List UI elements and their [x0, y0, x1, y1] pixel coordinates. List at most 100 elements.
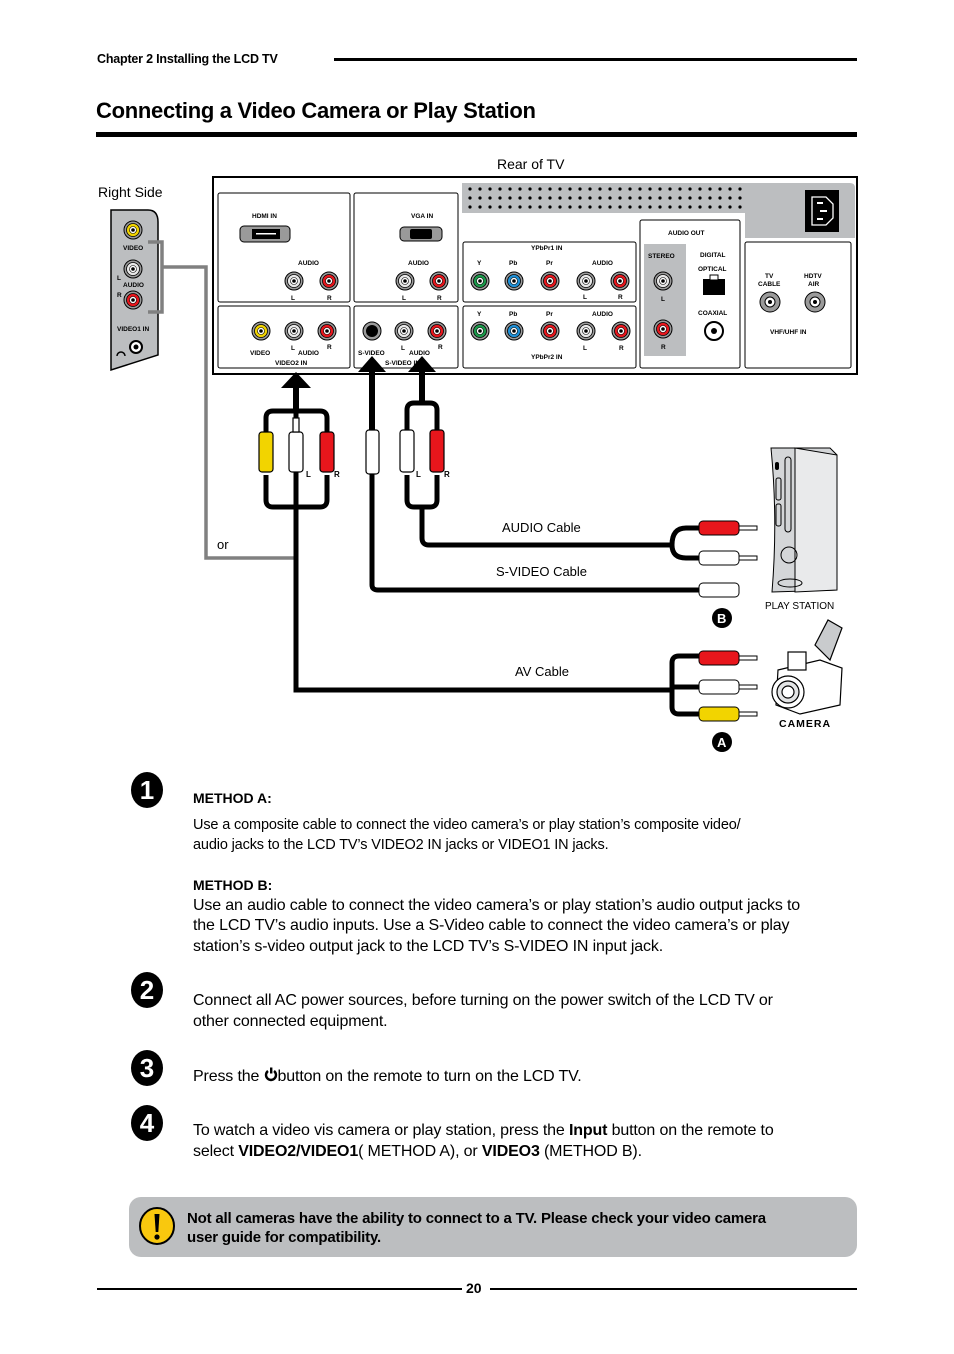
pb-label: Pb [509, 260, 517, 267]
side-audio-r-jack [123, 290, 143, 310]
video-label: VIDEO [250, 350, 270, 357]
step-3-text-b: button on the remote to turn on the LCD … [277, 1068, 582, 1085]
vhf-uhf-in-label: VHF/UHF IN [770, 329, 807, 336]
cam-yellow-plug [698, 706, 740, 722]
badge-a-label: A [717, 735, 727, 750]
r-label: R [661, 344, 666, 351]
method-a-line2: audio jacks to the LCD TV’s VIDEO2 IN ja… [193, 837, 609, 853]
hdmi-audio-label: AUDIO [298, 260, 319, 267]
right-side-label: Right Side [98, 184, 163, 200]
step-4-number: 4 [131, 1105, 163, 1141]
video2-in-label: VIDEO2 IN [275, 360, 307, 367]
step-3-text: Press the button on the remote to turn o… [193, 1066, 582, 1087]
audio-label: AUDIO [592, 311, 613, 318]
cam-red-plug [698, 650, 740, 666]
digital-label: DIGITAL [700, 252, 726, 259]
or-label: or [217, 537, 229, 552]
tv-label: TV [765, 273, 774, 280]
camera-illustration [771, 619, 843, 715]
air-label: AIR [808, 281, 820, 288]
warning-icon [139, 1207, 175, 1245]
r-label: R [437, 295, 442, 302]
hdmi-in-label: HDMI IN [252, 213, 277, 220]
y-label: Y [477, 260, 482, 267]
side-audio-label: AUDIO [123, 282, 144, 289]
ps-white-plug [698, 550, 740, 566]
r-label: R [618, 294, 623, 301]
l-label: L [401, 345, 405, 352]
optical-port [703, 279, 725, 295]
method-b-line1: Use an audio cable to connect the video … [193, 897, 801, 914]
input-button-term: Input [568, 1122, 608, 1139]
note-line1: Not all cameras have the ability to conn… [187, 1210, 766, 1227]
plug-l-label: L [306, 470, 311, 479]
step-4-line2: select VIDEO2/VIDEO1( METHOD A), or VIDE… [193, 1141, 642, 1162]
audio-label: AUDIO [592, 260, 613, 267]
method-a-heading: METHOD A: [193, 790, 272, 806]
step-4-line1: To watch a video vis camera or play stat… [193, 1120, 774, 1141]
side-video-jack [123, 220, 143, 240]
audio-label: AUDIO [409, 350, 430, 357]
white-plug [288, 431, 304, 473]
video3-term: VIDEO3 [481, 1143, 540, 1160]
r-label: R [327, 344, 332, 351]
vga-audio-label: AUDIO [408, 260, 429, 267]
cam-white-plug [698, 679, 740, 695]
side-video1-in-label: VIDEO1 IN [117, 326, 149, 333]
tv-rear-panel: HDMI IN AUDIO L R VGA IN AUDIO L R VIDEO… [212, 176, 858, 375]
step-4-text: ( METHOD A), or [358, 1143, 482, 1160]
audio-red-plug [429, 429, 445, 473]
step-2-line1: Connect all AC power sources, before tur… [193, 992, 773, 1009]
side-audio-l-jack [123, 259, 143, 279]
l-label: L [661, 296, 665, 303]
video2-video1-term: VIDEO2/VIDEO1 [238, 1143, 359, 1160]
red-plug [319, 431, 335, 473]
r-label: R [438, 344, 443, 351]
l-label: L [291, 295, 295, 302]
ypbpr2-in-label: YPbPr2 IN [531, 354, 563, 361]
optical-label: OPTICAL [698, 266, 727, 273]
step-3-number: 3 [131, 1050, 163, 1086]
note-line2: user guide for compatibility. [187, 1229, 381, 1246]
audio-white-plug [399, 429, 415, 473]
step-2-line2: other connected equipment. [193, 1013, 388, 1030]
connection-diagram: Rear of TV Right Side VIDEO L AUDIO R VI… [98, 156, 858, 752]
footer-rule-right [490, 1288, 857, 1290]
step-4-text: (METHOD B). [539, 1143, 642, 1160]
page-number: 20 [466, 1280, 482, 1296]
pb-label: Pb [509, 311, 517, 318]
plug-r-label: R [444, 470, 450, 479]
play-station-label: PLAY STATION [765, 601, 834, 612]
r-label: R [327, 295, 332, 302]
pr-label: Pr [546, 311, 553, 318]
ps-svideo-plug [698, 582, 740, 598]
step-2-number: 2 [131, 972, 163, 1008]
vga-in-label: VGA IN [411, 213, 433, 220]
l-label: L [583, 294, 587, 301]
l-label: L [291, 345, 295, 352]
method-a-line1: Use a composite cable to connect the vid… [193, 817, 741, 833]
method-b-line3: station’s s-video output jack to the LCD… [193, 938, 664, 955]
right-side-panel: VIDEO L AUDIO R VIDEO1 IN [110, 209, 159, 372]
method-b-heading: METHOD B: [193, 877, 273, 893]
step-4-text: button on the remote to [607, 1122, 774, 1139]
cable-label: CABLE [758, 281, 781, 288]
side-l-label: L [117, 275, 121, 282]
side-r-label: R [117, 292, 122, 299]
l-label: L [402, 295, 406, 302]
audio-out-label: AUDIO OUT [668, 230, 705, 237]
play-station-illustration [770, 447, 838, 593]
svideo-plug [365, 429, 380, 475]
av-cable-label: AV Cable [515, 664, 569, 679]
audio-label: AUDIO [298, 350, 319, 357]
rear-of-tv-label: Rear of TV [497, 156, 565, 172]
plug-r-label: R [334, 470, 340, 479]
ps-red-plug [698, 520, 740, 536]
coaxial-label: COAXIAL [698, 310, 727, 317]
step-4-text: select [193, 1143, 239, 1160]
l-label: L [583, 345, 587, 352]
audio-cable-label: AUDIO Cable [502, 520, 581, 535]
r-label: R [619, 345, 624, 352]
camera-label: CAMERA [779, 718, 831, 730]
step-3-text-a: Press the [193, 1068, 264, 1085]
